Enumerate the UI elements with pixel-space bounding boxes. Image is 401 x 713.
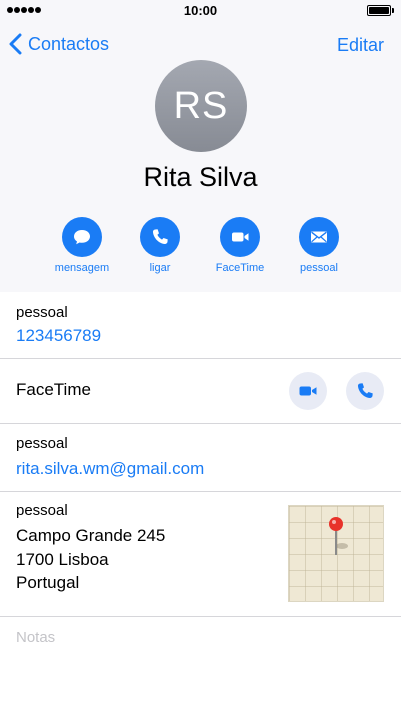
- phone-icon: [152, 229, 168, 245]
- status-bar: 10:00: [0, 0, 401, 22]
- chevron-left-icon: [9, 33, 22, 55]
- address-text[interactable]: Campo Grande 245 1700 Lisboa Portugal: [16, 524, 165, 595]
- map-pin-icon: [329, 517, 348, 555]
- avatar: RS: [155, 60, 247, 152]
- facetime-audio-button[interactable]: [346, 372, 384, 410]
- phone-row[interactable]: pessoal 123456789: [0, 292, 401, 359]
- contact-name: Rita Silva: [143, 162, 258, 192]
- back-button[interactable]: Contactos: [8, 33, 109, 55]
- email-caption: pessoal: [16, 435, 68, 452]
- call-button[interactable]: ligar: [120, 217, 200, 274]
- message-icon: [74, 230, 90, 245]
- phone-number[interactable]: 123456789: [16, 326, 101, 346]
- call-label: ligar: [149, 262, 171, 274]
- facetime-row-label: FaceTime: [16, 380, 91, 399]
- phone-caption: pessoal: [16, 304, 68, 321]
- message-button[interactable]: mensagem: [42, 217, 122, 274]
- address-caption: pessoal: [16, 502, 68, 519]
- notes-field[interactable]: Notas: [16, 629, 55, 646]
- battery-icon: [367, 5, 394, 16]
- status-time: 10:00: [183, 3, 218, 18]
- mail-label: pessoal: [300, 262, 338, 274]
- phone-icon: [357, 383, 373, 399]
- mail-button[interactable]: pessoal: [279, 217, 359, 274]
- facetime-video-button[interactable]: [289, 372, 327, 410]
- back-button-label: Contactos: [28, 33, 110, 54]
- facetime-label: FaceTime: [215, 262, 265, 274]
- facetime-button[interactable]: FaceTime: [200, 217, 280, 274]
- mail-icon: [311, 231, 327, 243]
- video-icon: [232, 232, 249, 242]
- message-label: mensagem: [54, 262, 110, 274]
- edit-button[interactable]: Editar: [337, 35, 384, 56]
- email-address[interactable]: rita.silva.wm@gmail.com: [16, 459, 204, 479]
- avatar-initials: RS: [173, 84, 229, 127]
- address-line-3: Portugal: [16, 573, 80, 592]
- facetime-row: FaceTime: [0, 359, 401, 424]
- address-map-thumbnail[interactable]: [288, 505, 384, 602]
- address-line-1: Campo Grande 245: [16, 526, 166, 545]
- email-row[interactable]: pessoal rita.silva.wm@gmail.com: [0, 424, 401, 492]
- video-icon: [299, 386, 317, 396]
- address-line-2: 1700 Lisboa: [16, 549, 109, 569]
- address-row[interactable]: pessoal Campo Grande 245 1700 Lisboa Por…: [0, 492, 401, 617]
